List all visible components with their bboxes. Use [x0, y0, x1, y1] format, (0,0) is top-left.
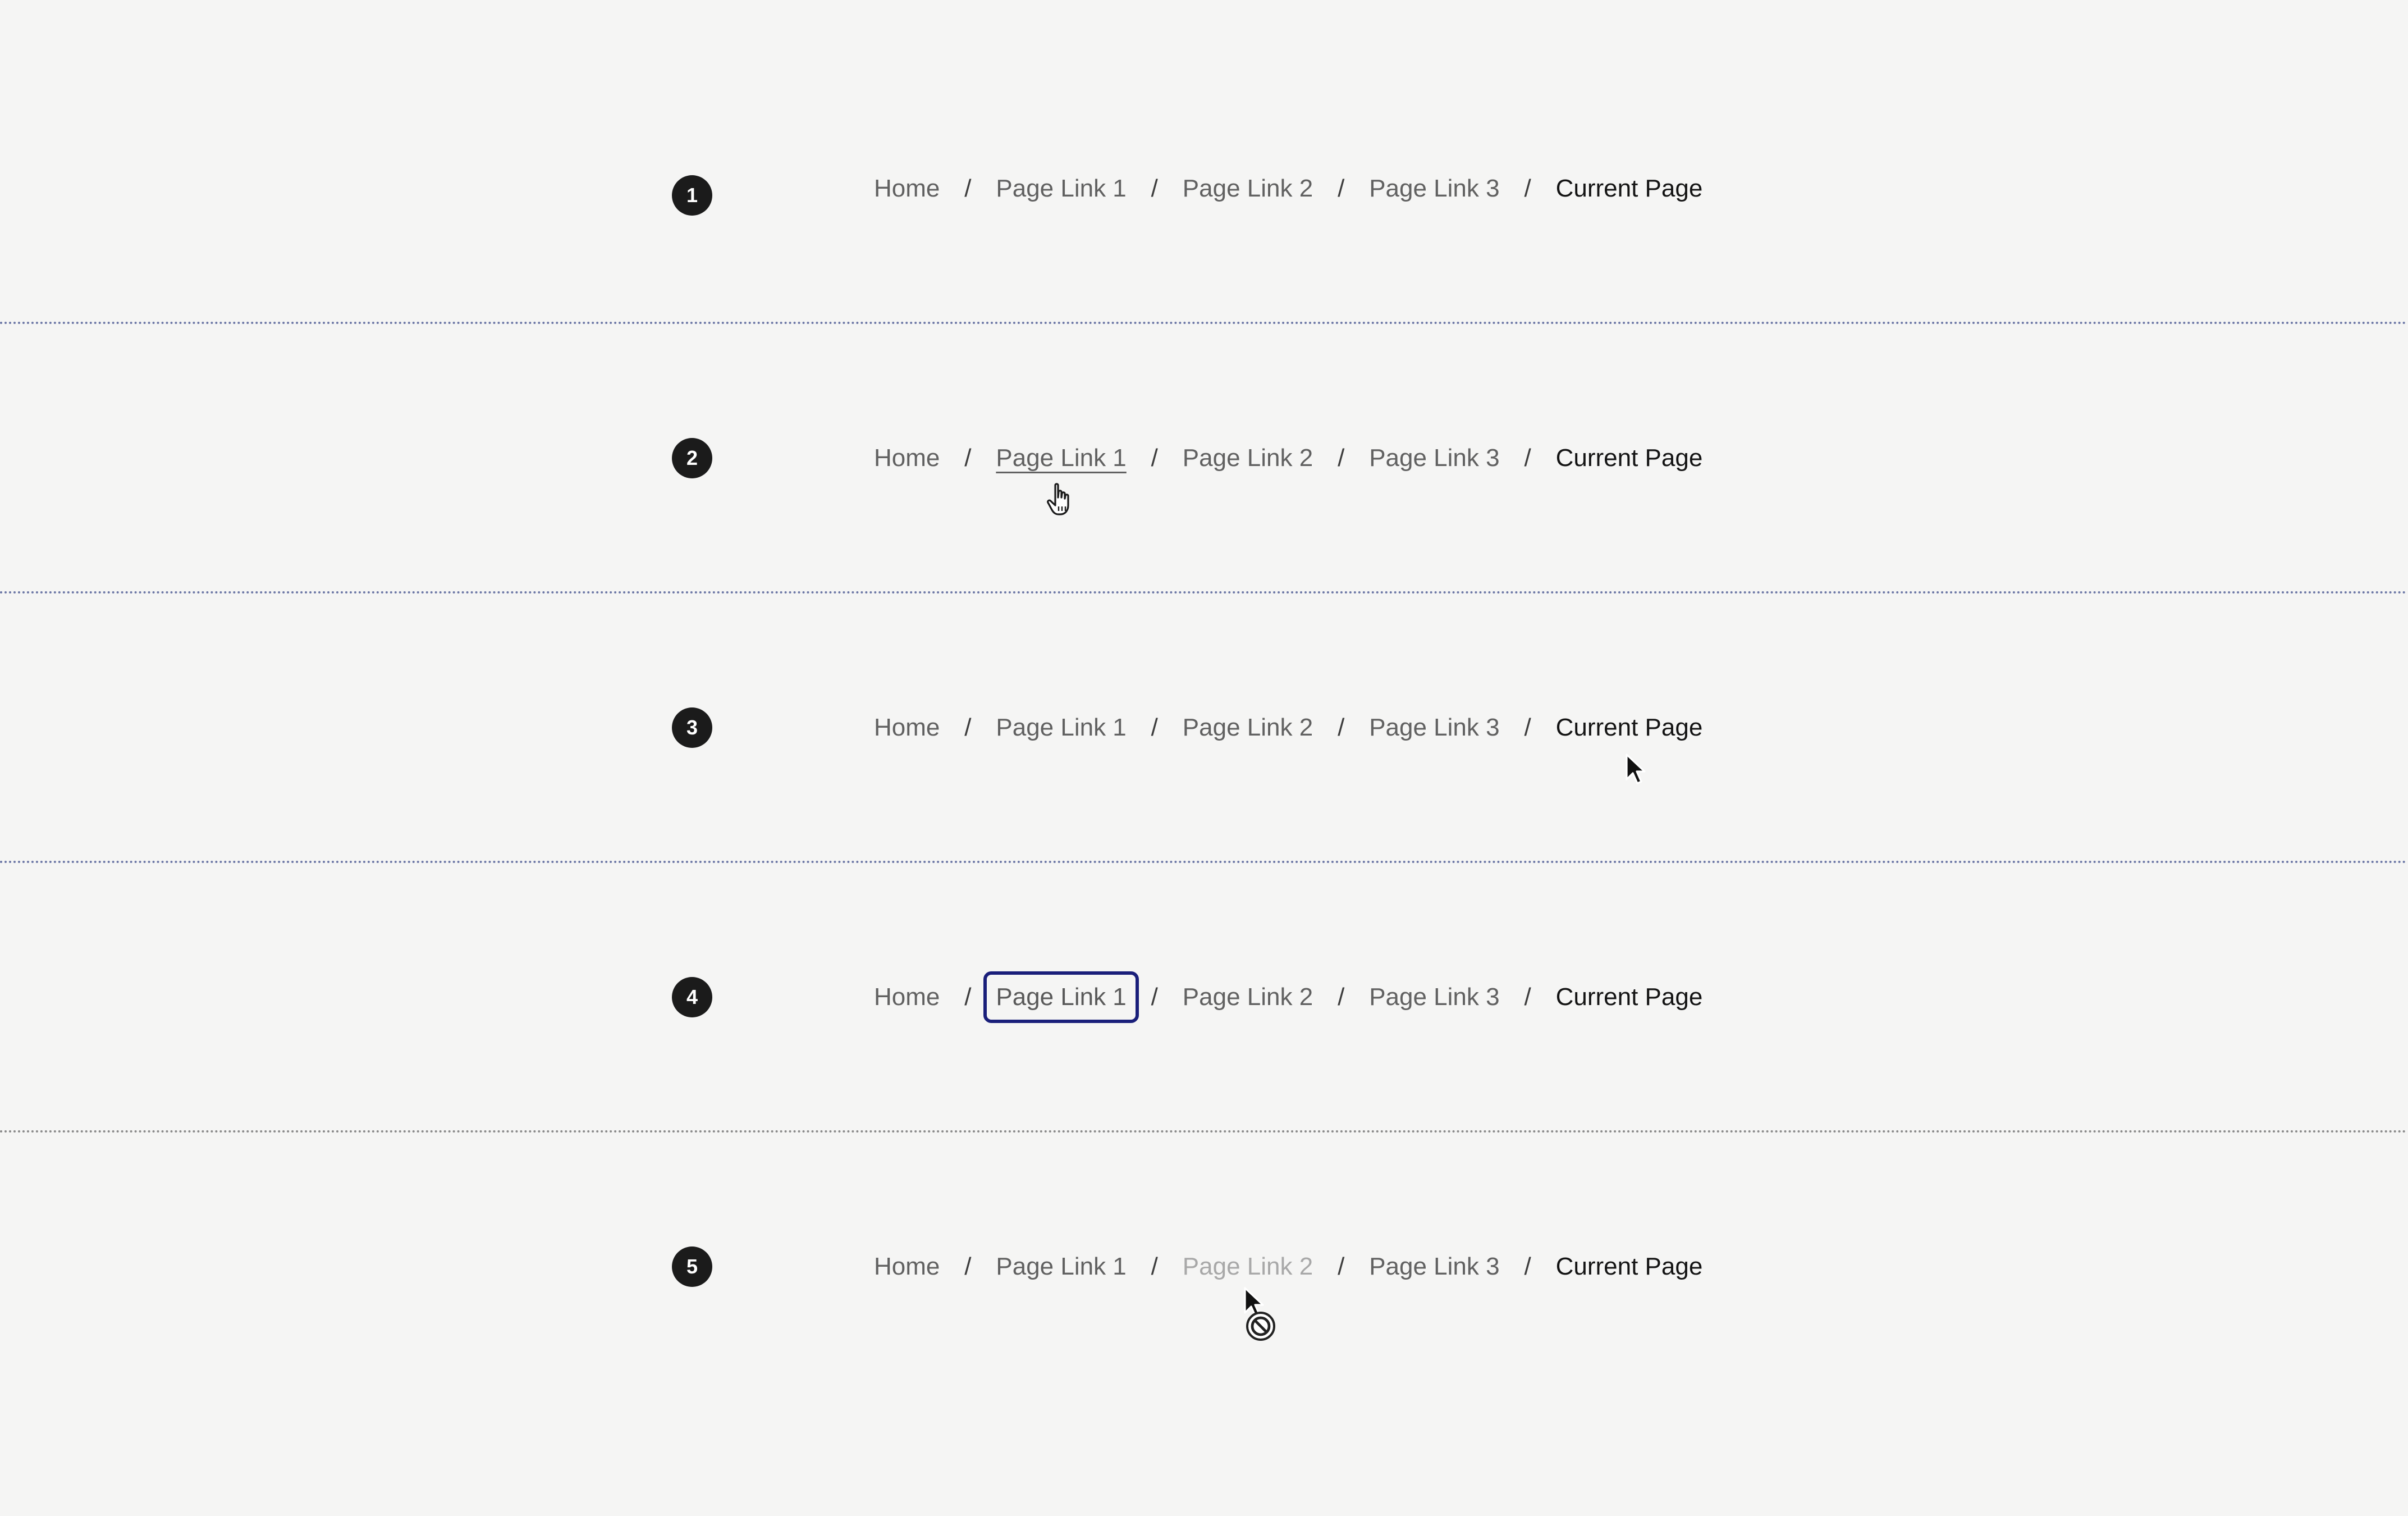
breadcrumb-states-canvas: 1 Home / Page Link 1 / Page Link 2 / Pag…	[0, 0, 2408, 1516]
state-row-focus: 4 Home / Page Link 1 / Page Link 2 / Pag…	[0, 809, 2408, 1078]
breadcrumb-link-page-2[interactable]: Page Link 2	[1174, 166, 1322, 211]
breadcrumb-current-page: Current Page	[1555, 175, 1703, 202]
hand-pointer-icon	[1047, 483, 1069, 515]
breadcrumb-current-page: Current Page	[1555, 983, 1703, 1011]
breadcrumb-link-page-1[interactable]: Page Link 1	[987, 166, 1135, 211]
breadcrumb-link-page-3[interactable]: Page Link 3	[1360, 436, 1508, 481]
breadcrumb: Home / Page Link 1 / Page Link 2 / Page …	[874, 705, 1702, 750]
breadcrumb-separator: /	[964, 983, 972, 1011]
breadcrumb-link-page-1[interactable]: Page Link 1	[987, 1244, 1135, 1289]
breadcrumb-separator: /	[1524, 714, 1531, 741]
breadcrumb-link-home[interactable]: Home	[874, 975, 949, 1020]
breadcrumb-link-page-2[interactable]: Page Link 2	[1174, 705, 1322, 750]
breadcrumb-separator: /	[1524, 444, 1531, 472]
state-row-default: 1 Home / Page Link 1 / Page Link 2 / Pag…	[0, 0, 2408, 270]
breadcrumb-separator: /	[1524, 1253, 1531, 1280]
breadcrumb-link-home[interactable]: Home	[874, 436, 949, 481]
breadcrumb-separator: /	[1338, 714, 1345, 741]
step-badge: 4	[672, 977, 712, 1017]
breadcrumb-separator: /	[1338, 983, 1345, 1011]
step-badge: 5	[672, 1246, 712, 1287]
breadcrumb-link-page-1[interactable]: Page Link 1	[987, 705, 1135, 750]
breadcrumb-separator: /	[1338, 175, 1345, 202]
breadcrumb-link-page-1[interactable]: Page Link 1	[983, 971, 1139, 1023]
breadcrumb-link-page-1[interactable]: Page Link 1	[987, 436, 1135, 481]
breadcrumb-separator: /	[1338, 1253, 1345, 1280]
breadcrumb-separator: /	[1151, 1253, 1158, 1280]
breadcrumb-current-page: Current Page	[1555, 714, 1703, 741]
breadcrumb-separator: /	[964, 175, 972, 202]
breadcrumb: Home / Page Link 1 / Page Link 2 / Page …	[874, 166, 1702, 211]
breadcrumb-link-page-2: Page Link 2	[1182, 1253, 1313, 1280]
breadcrumb: Home / Page Link 1 / Page Link 2 / Page …	[874, 1244, 1702, 1289]
breadcrumb-separator: /	[1151, 175, 1158, 202]
step-badge: 3	[672, 707, 712, 748]
step-badge: 2	[672, 438, 712, 478]
state-row-disabled: 5 Home / Page Link 1 / Page Link 2 / Pag…	[0, 1078, 2408, 1348]
breadcrumb-separator: /	[1151, 714, 1158, 741]
breadcrumb-separator: /	[1151, 444, 1158, 472]
breadcrumb-separator: /	[964, 444, 972, 472]
breadcrumb-separator: /	[1151, 983, 1158, 1011]
not-allowed-cursor-icon	[1246, 1312, 1275, 1341]
breadcrumb-separator: /	[1524, 175, 1531, 202]
breadcrumb: Home / Page Link 1 / Page Link 2 / Page …	[874, 436, 1702, 481]
breadcrumb: Home / Page Link 1 / Page Link 2 / Page …	[874, 971, 1703, 1023]
state-row-hover: 2 Home / Page Link 1 / Page Link 2 / Pag…	[0, 270, 2408, 539]
breadcrumb-link-home[interactable]: Home	[874, 705, 949, 750]
breadcrumb-current-page: Current Page	[1555, 444, 1703, 472]
state-row-current: 3 Home / Page Link 1 / Page Link 2 / Pag…	[0, 539, 2408, 809]
breadcrumb-link-home[interactable]: Home	[874, 1244, 949, 1289]
breadcrumb-separator: /	[964, 714, 972, 741]
breadcrumb-link-page-3[interactable]: Page Link 3	[1360, 975, 1508, 1020]
breadcrumb-link-page-3[interactable]: Page Link 3	[1360, 1244, 1508, 1289]
breadcrumb-link-page-2[interactable]: Page Link 2	[1174, 975, 1322, 1020]
breadcrumb-separator: /	[1338, 444, 1345, 472]
step-badge: 1	[672, 175, 712, 216]
breadcrumb-current-page: Current Page	[1555, 1253, 1703, 1280]
breadcrumb-link-page-3[interactable]: Page Link 3	[1360, 705, 1508, 750]
breadcrumb-separator: /	[964, 1253, 972, 1280]
arrow-cursor-icon	[1626, 754, 1646, 784]
breadcrumb-link-home[interactable]: Home	[874, 166, 949, 211]
breadcrumb-link-page-3[interactable]: Page Link 3	[1360, 166, 1508, 211]
breadcrumb-separator: /	[1524, 983, 1531, 1011]
breadcrumb-link-page-2[interactable]: Page Link 2	[1174, 436, 1322, 481]
